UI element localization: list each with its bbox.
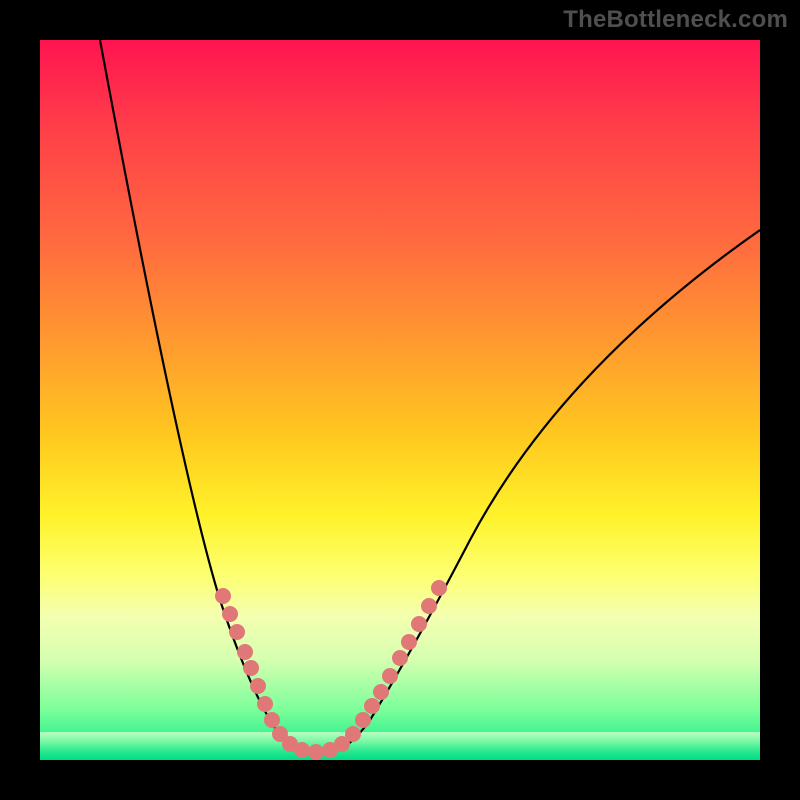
data-marker <box>308 744 324 760</box>
data-marker <box>243 660 259 676</box>
data-marker <box>392 650 408 666</box>
data-marker <box>401 634 417 650</box>
data-marker <box>215 588 231 604</box>
data-marker <box>355 712 371 728</box>
data-marker <box>257 696 273 712</box>
data-marker <box>222 606 238 622</box>
watermark-text: TheBottleneck.com <box>563 6 788 34</box>
data-marker <box>431 580 447 596</box>
curve-layer <box>40 40 760 760</box>
data-marker <box>294 742 310 758</box>
data-marker <box>382 668 398 684</box>
chart-frame: TheBottleneck.com <box>0 0 800 800</box>
data-marker <box>373 684 389 700</box>
data-marker <box>345 726 361 742</box>
bottleneck-curve <box>100 40 760 750</box>
data-marker <box>264 712 280 728</box>
marker-layer <box>215 580 447 760</box>
data-marker <box>364 698 380 714</box>
plot-area <box>40 40 760 760</box>
data-marker <box>411 616 427 632</box>
data-marker <box>237 644 253 660</box>
data-marker <box>250 678 266 694</box>
data-marker <box>229 624 245 640</box>
data-marker <box>421 598 437 614</box>
